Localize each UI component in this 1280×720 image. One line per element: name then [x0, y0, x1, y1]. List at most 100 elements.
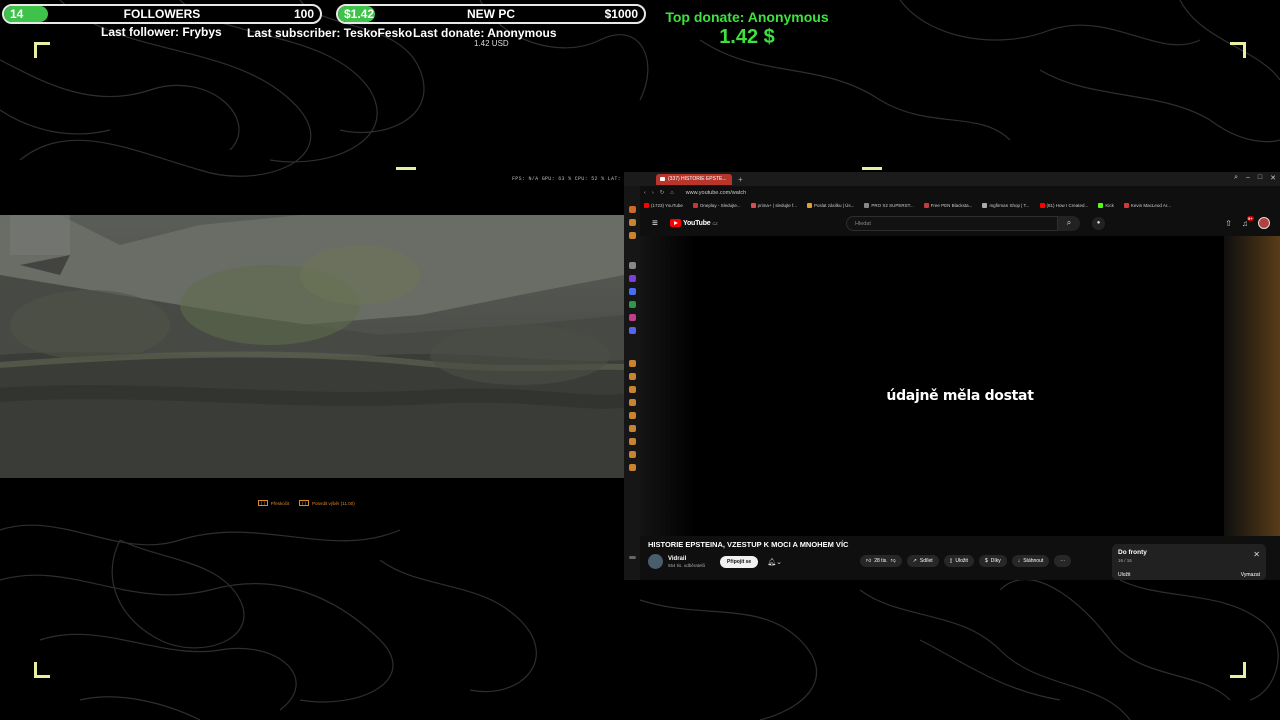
address-bar: ‹ › ↻ ⌂ www.youtube.com/watch — [640, 186, 1280, 199]
sidebar-heart-icon[interactable] — [629, 399, 636, 406]
sidebar-wallet-icon[interactable] — [629, 232, 636, 239]
sidebar-home-icon[interactable] — [629, 206, 636, 213]
youtube-logo[interactable]: YouTube CZ — [670, 219, 718, 227]
home-icon[interactable]: ⌂ — [670, 190, 673, 196]
tab-youtube[interactable]: (337) HISTORIE EPSTE... — [656, 173, 732, 185]
bookmark-item[interactable]: Poslat zásilku | Ús... — [806, 203, 854, 208]
sidebar-instagram-icon[interactable] — [629, 314, 636, 321]
save-button[interactable]: ▯ Uložit — [943, 555, 974, 567]
last-donate-amount: 1.42 USD — [474, 39, 509, 48]
sidebar-whatsapp-icon[interactable] — [629, 301, 636, 308]
avatar[interactable] — [1258, 217, 1270, 229]
url-field[interactable]: www.youtube.com/watch — [686, 190, 747, 196]
bookmark-item[interactable]: PRO X2 SUPERST... — [864, 203, 914, 208]
prompt-key: [ ] — [258, 500, 268, 506]
queue-clear-button[interactable]: Vymazat — [1241, 572, 1260, 578]
forward-icon[interactable]: › — [652, 190, 654, 196]
sidebar-twitch-icon[interactable] — [629, 275, 636, 282]
sidebar-download-icon[interactable] — [629, 438, 636, 445]
video-subtitle: údajně měla dostat — [886, 388, 1034, 404]
hamburger-menu-icon[interactable]: ≡ — [652, 218, 658, 229]
donation-goal-title: NEW PC — [467, 7, 515, 21]
youtube-region: CZ — [712, 220, 718, 226]
sidebar-play-icon[interactable] — [629, 373, 636, 380]
window-controls: ⌕ – □ ✕ — [1234, 174, 1276, 182]
microphone-icon[interactable]: ● — [1092, 217, 1105, 230]
maximize-icon[interactable]: □ — [1258, 174, 1262, 182]
download-button[interactable]: ↓ Stáhnout — [1011, 555, 1050, 567]
bookmark-item[interactable]: Kick — [1098, 203, 1114, 208]
like-button[interactable]: 👍︎ 28 tis. 👎︎ — [860, 555, 902, 567]
notification-count: 9+ — [1247, 215, 1254, 221]
sidebar-settings-icon[interactable] — [629, 464, 636, 471]
top-donate-amount: 1.42 $ — [719, 26, 775, 48]
top-donate-label: Top donate: Anonymous — [665, 9, 829, 25]
sidebar-ai-icon[interactable] — [629, 219, 636, 226]
subscription-bell-icon[interactable]: 🔔︎⌄ — [767, 558, 782, 566]
bookmark-item[interactable]: (1723) YouTube — [644, 203, 683, 208]
queue-count: 16 / 16 — [1118, 558, 1132, 563]
channel-avatar[interactable] — [648, 554, 663, 569]
bookmark-item[interactable]: Kevin MacLeod Ar... — [1123, 203, 1171, 208]
bookmark-item[interactable]: Free PEN Blacksta... — [923, 203, 973, 208]
thumbs-down-icon[interactable]: 👎︎ — [891, 558, 896, 564]
search-tabs-icon[interactable]: ⌕ — [1234, 174, 1238, 182]
youtube-header-actions: ⇧ ♫ 9+ — [1225, 215, 1270, 229]
youtube-favicon-icon — [660, 177, 665, 181]
bookmark-item[interactable]: mgfirman Shop | T... — [982, 203, 1030, 208]
game-performance-hud: FPS: N/A GPU: 63 % CPU: 52 % LAT: N/A — [512, 176, 635, 182]
thanks-button[interactable]: $ Díky — [978, 555, 1007, 567]
prompt-confirm: [ ] Potvrdit výběr (11.00) — [299, 500, 355, 506]
more-actions-button[interactable]: ⋯ — [1054, 555, 1072, 567]
like-count: 28 tis. — [874, 558, 888, 564]
share-button[interactable]: ↗ Sdílet — [906, 555, 939, 567]
bookmark-label: PRO X2 SUPERST... — [871, 203, 914, 208]
upload-icon[interactable]: ⇧ — [1225, 219, 1232, 228]
new-tab-plus-icon[interactable]: + — [738, 175, 743, 184]
reload-icon[interactable]: ↻ — [660, 190, 665, 196]
thanks-icon: $ — [984, 558, 988, 564]
notifications-bell-icon[interactable]: ♫ 9+ — [1242, 215, 1254, 228]
search-input[interactable]: Hledat — [846, 216, 1058, 231]
game-button-prompts: [ ] Přeskočit [ ] Potvrdit výběr (11.00) — [258, 500, 355, 506]
minimize-icon[interactable]: – — [1246, 174, 1250, 182]
sidebar-history-icon[interactable] — [629, 425, 636, 432]
followers-goal-bar: 14 FOLLOWERS 100 — [2, 4, 322, 24]
sidebar-apps-icon[interactable] — [629, 386, 636, 393]
donation-goal-bar: $1.42 NEW PC $1000 — [336, 4, 646, 24]
sidebar-gear-icon[interactable] — [629, 262, 636, 269]
ambient-glow-left — [640, 236, 696, 536]
bookmark-icon: ▯ — [949, 558, 953, 564]
queue-title: Do fronty — [1118, 549, 1147, 556]
bookmark-item[interactable]: prima+ | sledujte f... — [750, 203, 797, 208]
bookmark-item[interactable]: Oneplay - Sledujte... — [692, 203, 741, 208]
sidebar-more-icon[interactable] — [629, 556, 636, 559]
video-title: HISTORIE EPSTEINA, VZESTUP K MOCI A MNOH… — [648, 540, 849, 549]
corner-bracket-top-right — [1230, 42, 1246, 58]
sidebar-pinboard-icon[interactable] — [629, 412, 636, 419]
bookmark-label: Free PEN Blacksta... — [930, 203, 973, 208]
video-player[interactable]: údajně měla dostat — [696, 236, 1224, 536]
queue-close-icon[interactable]: ✕ — [1253, 550, 1260, 559]
video-actions: 👍︎ 28 tis. 👎︎ ↗ Sdílet ▯ Uložit $ Díky ↓ Stáh… — [860, 555, 1072, 567]
corner-bracket-bottom-left — [34, 662, 50, 678]
search-icon[interactable]: ⌕ — [1058, 216, 1080, 231]
prompt-key: [ ] — [299, 500, 310, 506]
bookmark-label: prima+ | sledujte f... — [757, 203, 797, 208]
last-donate: Last donate: Anonymous — [413, 26, 557, 40]
close-icon[interactable]: ✕ — [1270, 174, 1276, 182]
sidebar-music-icon[interactable] — [629, 360, 636, 367]
join-button[interactable]: Připojit se — [720, 555, 759, 568]
back-icon[interactable]: ‹ — [644, 190, 646, 196]
bookmark-label: (1723) YouTube — [651, 203, 683, 208]
save-label: Uložit — [955, 558, 968, 564]
sidebar-extensions-icon[interactable] — [629, 451, 636, 458]
sidebar-messenger-icon[interactable] — [629, 288, 636, 295]
sidebar-discord-icon[interactable] — [629, 327, 636, 334]
bookmark-item[interactable]: (81) How I Created... — [1039, 203, 1088, 208]
channel-name[interactable]: Vidrail — [668, 556, 705, 562]
browser-window: (337) HISTORIE EPSTE... + ⌕ – □ ✕ ‹ › ↻ … — [624, 172, 1280, 580]
channel-info: Vidrail 554 tis. odběratelů Připojit se … — [648, 554, 782, 569]
youtube-logo-text: YouTube — [683, 219, 711, 227]
queue-save-button[interactable]: Uložit — [1118, 572, 1131, 578]
